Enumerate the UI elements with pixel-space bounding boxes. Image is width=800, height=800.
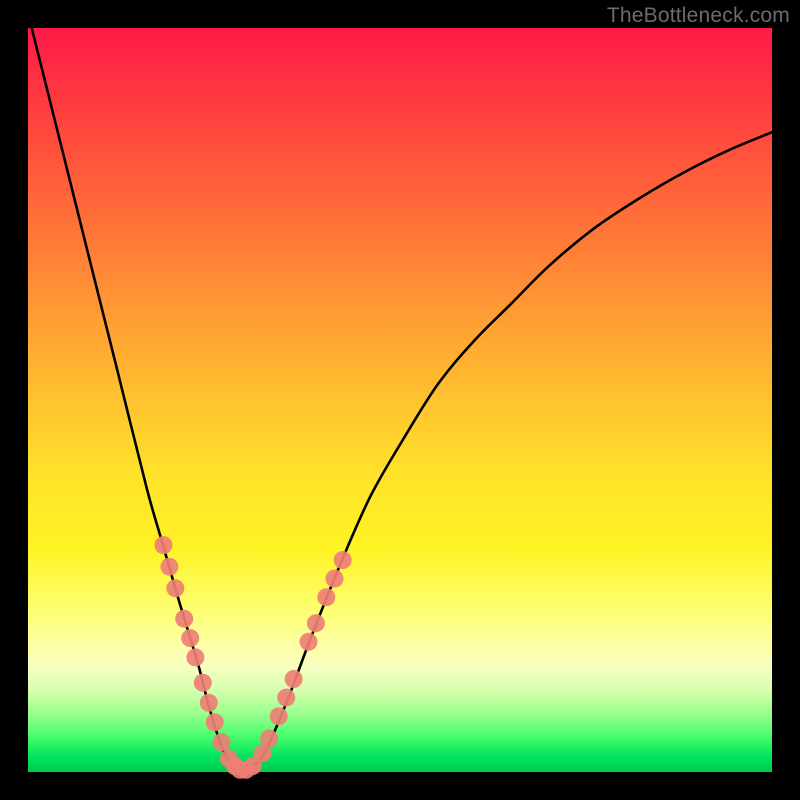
bottleneck-curve (32, 28, 772, 771)
data-dot (166, 579, 184, 597)
data-dot (175, 610, 193, 628)
data-dots (154, 536, 351, 779)
data-dot (307, 614, 325, 632)
data-dot (160, 558, 178, 576)
data-dot (326, 570, 344, 588)
data-dot (317, 588, 335, 606)
data-dot (206, 713, 224, 731)
chart-svg (28, 28, 772, 772)
data-dot (300, 633, 318, 651)
data-dot (212, 733, 230, 751)
plot-area (28, 28, 772, 772)
curve-layer (32, 28, 772, 771)
outer-frame: TheBottleneck.com (0, 0, 800, 800)
data-dot (186, 648, 204, 666)
data-dot (277, 689, 295, 707)
data-dot (181, 629, 199, 647)
data-dot (200, 694, 218, 712)
data-dot (334, 551, 352, 569)
data-dot (270, 707, 288, 725)
data-dot (285, 670, 303, 688)
data-dot (194, 674, 212, 692)
data-dot (154, 536, 172, 554)
data-dot (260, 730, 278, 748)
watermark-text: TheBottleneck.com (607, 4, 790, 28)
